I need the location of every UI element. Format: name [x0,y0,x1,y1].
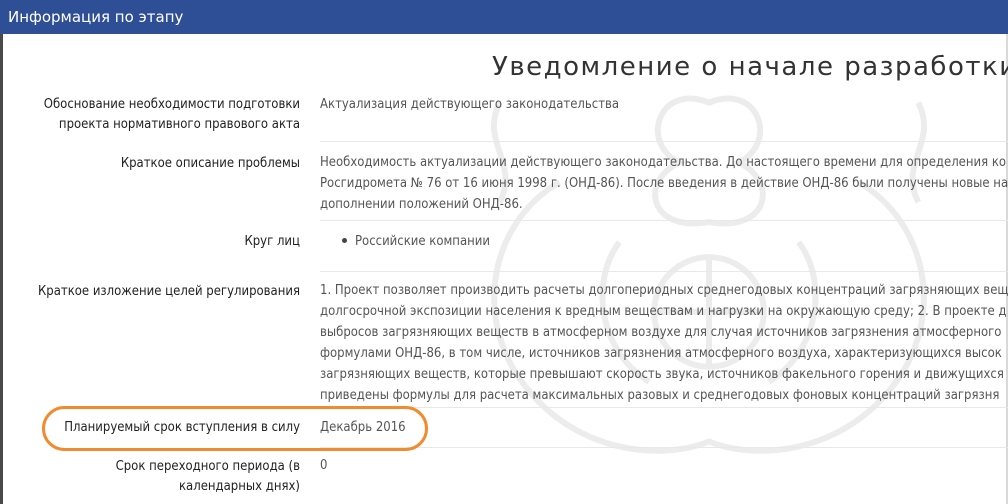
field-label: Круг лиц [244,232,300,252]
field-value: 1. Проект позволяет производить расчеты … [320,280,1008,406]
field-value-line: Актуализация действующего законодательст… [320,97,620,112]
field-value: Актуализация действующего законодательст… [320,94,1008,115]
row-divider [320,407,1008,408]
field-value-line: формулами ОНД-86, в том числе, источнико… [320,346,1002,361]
field-label-line: Краткое изложение целей регулирования [37,284,300,299]
field-value-line: выбросов загрязняющих веществ в атмосфер… [320,325,1002,340]
field-label-line: проекта нормативного правового акта [58,117,300,132]
field-value-line: долгосрочной экспозиции населения к вред… [320,304,1007,319]
list-item-text: Российские компании [355,234,490,249]
field-value-line: загрязняющих веществ, которые превышают … [320,367,1004,382]
field-value-line: 1. Проект позволяет производить расчеты … [320,283,1008,298]
field-label: Краткое описание проблемы [121,154,300,174]
row-divider [320,447,1008,448]
row-divider [320,220,1008,221]
field-label-line: Срок переходного периода (в [115,459,300,474]
row-divider [320,271,1008,272]
bullet-icon [342,238,347,243]
field-value-line: дополнении положений ОНД-86. [320,197,523,212]
field-label-line: Круг лиц [244,234,300,249]
field-value-line: 0 [320,458,328,473]
field-value: 0 [320,455,1008,476]
field-value: Необходимость актуализации действующего … [320,152,1008,215]
field-label-line: календарных днях) [178,479,300,494]
field-value-line: Росгидромета № 76 от 16 июня 1998 г. (ОН… [320,176,1008,191]
highlight-annotation [42,406,428,451]
row-divider [320,141,1008,142]
field-value-line: приведены формулы для расчета максимальн… [320,388,1000,403]
field-label: Обоснование необходимости подготовки прое… [44,95,300,135]
field-value: Российские компании [320,231,1008,252]
field-value-line: Необходимость актуализации действующего … [320,155,1007,170]
list-item: Российские компании [320,231,1008,252]
field-label: Краткое изложение целей регулирования [38,282,300,302]
field-label: Срок переходного периода (в календарных д… [116,457,300,497]
field-label-line: Обоснование необходимости подготовки [43,97,300,112]
field-label-line: Краткое описание проблемы [120,156,300,171]
